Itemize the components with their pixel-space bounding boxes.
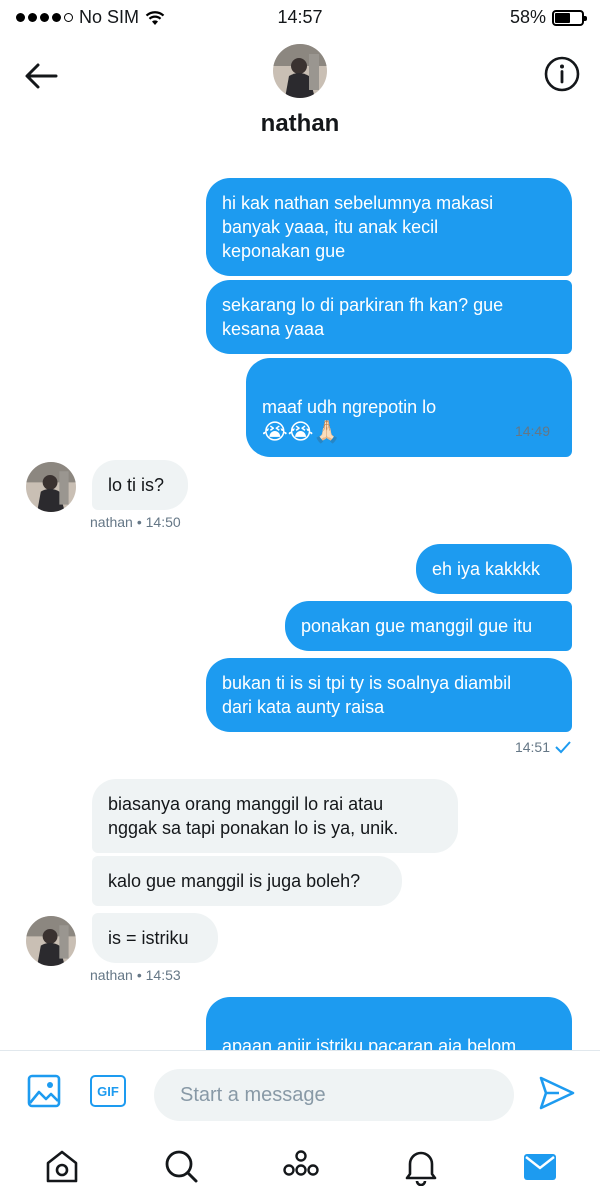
message-outgoing[interactable]: ponakan gue manggil gue itu [285, 601, 572, 651]
message-meta: nathan • 14:53 [90, 967, 181, 983]
avatar[interactable] [26, 916, 76, 966]
message-meta: nathan • 14:50 [90, 514, 181, 530]
info-icon[interactable] [542, 54, 582, 94]
gif-button[interactable]: GIF [90, 1075, 126, 1107]
message-incoming[interactable]: lo ti is? [92, 460, 188, 510]
notifications-icon[interactable] [401, 1146, 441, 1186]
emoji-text: 😭😭🙏🏻 [262, 419, 341, 445]
messages-icon[interactable] [520, 1146, 560, 1186]
message-meta: 14:51 [515, 739, 572, 755]
message-thread[interactable]: hi kak nathan sebelumnya makasi banyak y… [0, 146, 600, 1050]
conversation-header: nathan [0, 36, 600, 146]
message-outgoing[interactable]: apaan anjir istriku pacaran aja belom 😂😂… [206, 997, 572, 1050]
message-outgoing[interactable]: bukan ti is si tpi ty is soalnya diambil… [206, 658, 572, 732]
status-bar: No SIM 14:57 58% [0, 0, 600, 36]
spaces-icon[interactable] [281, 1146, 321, 1186]
message-time: 14:51 [514, 739, 550, 755]
message-outgoing[interactable]: hi kak nathan sebelumnya makasi banyak y… [206, 178, 572, 276]
search-icon[interactable] [161, 1146, 201, 1186]
read-check-icon [555, 741, 571, 754]
battery-group: 58% [509, 7, 587, 28]
message-input[interactable] [154, 1069, 514, 1121]
message-composer: GIF [0, 1050, 600, 1136]
message-text: maaf udh ngrepotin lo [262, 397, 437, 417]
message-time: • 14:50 [136, 514, 181, 530]
message-outgoing[interactable]: eh iya kakkkk [416, 544, 572, 594]
message-incoming[interactable]: biasanya orang manggil lo rai atau nggak… [92, 779, 458, 853]
avatar[interactable] [26, 462, 76, 512]
message-incoming[interactable]: is = istriku [92, 913, 218, 963]
message-time: • 14:53 [136, 967, 181, 983]
message-incoming[interactable]: kalo gue manggil is juga boleh? [92, 856, 402, 906]
message-time: 14:49 [514, 423, 550, 439]
bottom-tab-bar [0, 1136, 600, 1200]
battery-percent: 58% [509, 7, 546, 27]
back-arrow-icon[interactable] [22, 56, 62, 96]
image-icon[interactable] [26, 1073, 62, 1109]
battery-icon [552, 9, 587, 26]
message-outgoing[interactable]: sekarang lo di parkiran fh kan? gue kesa… [206, 280, 572, 354]
contact-name[interactable]: nathan [0, 110, 600, 138]
read-check-icon [555, 425, 571, 438]
message-meta: 14:49 [515, 423, 572, 439]
send-icon[interactable] [537, 1073, 577, 1113]
home-icon[interactable] [42, 1146, 82, 1186]
sender-name: nathan [90, 514, 133, 530]
sender-name: nathan [90, 967, 133, 983]
message-outgoing[interactable]: maaf udh ngrepotin lo 😭😭🙏🏻 [246, 358, 572, 458]
battery-fill [555, 12, 571, 23]
message-text: apaan anjir istriku pacaran aja belom [222, 1036, 517, 1050]
header-avatar[interactable] [273, 44, 327, 98]
